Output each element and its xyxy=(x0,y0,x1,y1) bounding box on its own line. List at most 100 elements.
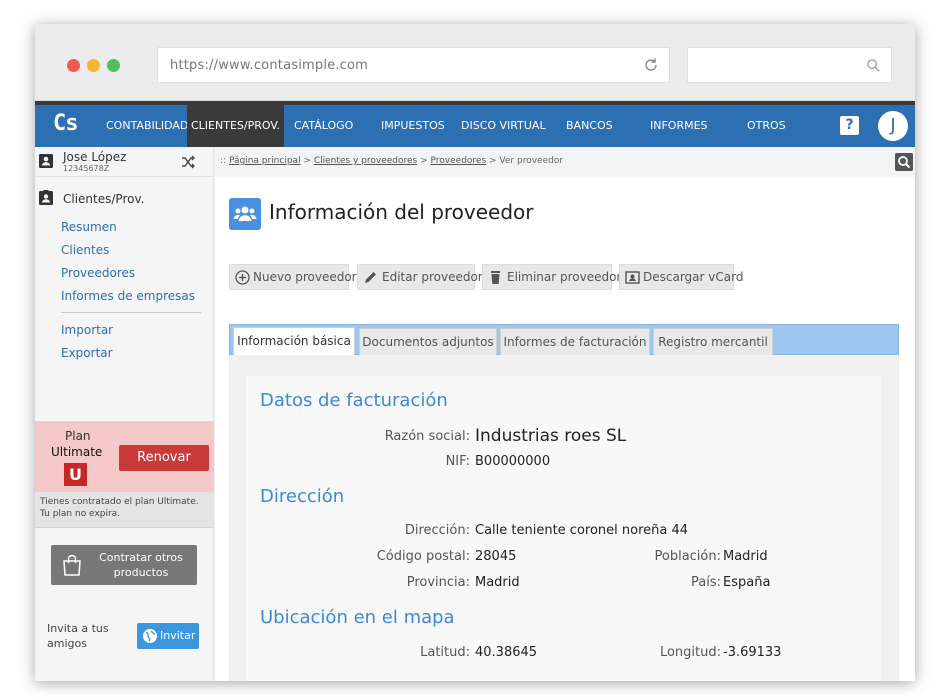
user-avatar[interactable]: J xyxy=(878,111,908,141)
plan-note: Tienes contratado el plan Ultimate. Tu p… xyxy=(35,492,214,528)
nif-value: B00000000 xyxy=(475,454,551,469)
maximize-window-dot[interactable] xyxy=(107,59,120,72)
address-bar[interactable]: https://www.contasimple.com xyxy=(157,47,670,83)
address-heading: Dirección xyxy=(260,486,345,507)
breadcrumb-separator: > xyxy=(486,156,500,166)
edit-supplier-label: Editar proveedor xyxy=(382,270,483,284)
nav-informes[interactable]: INFORMES xyxy=(650,105,708,147)
plan-box: Plan Ultimate U Renovar xyxy=(35,421,214,492)
breadcrumb-suppliers[interactable]: Proveedores xyxy=(431,156,487,166)
download-vcard-button[interactable]: Descargar vCard xyxy=(619,264,743,290)
user-id: 12345678Z xyxy=(63,164,110,173)
sidebar-link-exportar[interactable]: Exportar xyxy=(61,346,113,360)
longitud-label: Longitud: xyxy=(659,645,721,660)
invite-button[interactable]: Invitar xyxy=(137,623,199,649)
tab-panel: Datos de facturación Razón social: Indus… xyxy=(229,355,899,681)
poblacion-value: Madrid xyxy=(723,549,768,564)
sidebar: Jose López 12345678Z Clientes/Prov. Resu… xyxy=(35,147,214,681)
tab-informes-facturacion[interactable]: Informes de facturación xyxy=(500,328,650,356)
search-icon[interactable] xyxy=(895,153,913,171)
breadcrumb-current: Ver proveedor xyxy=(499,156,564,166)
tab-registro-mercantil[interactable]: Registro mercantil xyxy=(653,328,773,356)
breadcrumb-prefix: :: xyxy=(220,156,229,166)
url-text: https://www.contasimple.com xyxy=(170,58,369,73)
nav-impuestos[interactable]: IMPUESTOS xyxy=(381,105,445,147)
new-supplier-button[interactable]: Nuevo proveedor xyxy=(229,264,357,290)
latitud-label: Latitud: xyxy=(420,645,470,660)
map-heading: Ubicación en el mapa xyxy=(260,607,455,628)
plan-label: Plan xyxy=(65,429,91,443)
users-group-icon xyxy=(229,198,261,230)
help-icon[interactable]: ? xyxy=(840,116,859,135)
search-icon[interactable] xyxy=(866,58,881,73)
delete-supplier-label: Eliminar proveedor xyxy=(507,270,622,284)
new-supplier-label: Nuevo proveedor xyxy=(253,270,357,284)
breadcrumb-home[interactable]: Página principal xyxy=(229,156,301,166)
minimize-window-dot[interactable] xyxy=(87,59,100,72)
poblacion-label: Población: xyxy=(654,549,722,564)
razon-social-value: Industrias roes SL xyxy=(475,426,627,446)
user-name: Jose López xyxy=(63,150,127,164)
direccion-label: Dirección: xyxy=(404,523,470,538)
latitud-value: 40.38645 xyxy=(475,645,538,660)
breadcrumb-clients-suppliers[interactable]: Clientes y proveedores xyxy=(314,156,417,166)
main-content: :: Página principal > Clientes y proveed… xyxy=(215,147,915,681)
breadcrumb-separator: > xyxy=(417,156,431,166)
plan-name: Ultimate xyxy=(51,445,103,459)
globe-icon xyxy=(143,629,157,643)
nav-otros[interactable]: OTROS xyxy=(747,105,786,147)
sidebar-divider xyxy=(61,312,201,313)
nif-label: NIF: xyxy=(445,454,470,469)
user-switcher[interactable]: Jose López 12345678Z xyxy=(35,147,214,177)
tabs-bar: Información básica Documentos adjuntos I… xyxy=(229,324,899,356)
razon-social-label: Razón social: xyxy=(384,429,470,444)
nav-bancos[interactable]: BANCOS xyxy=(566,105,613,147)
edit-supplier-button[interactable]: Editar proveedor xyxy=(357,264,483,290)
shuffle-icon[interactable] xyxy=(181,155,195,169)
provincia-value: Madrid xyxy=(475,575,520,590)
trash-icon xyxy=(491,271,500,284)
browser-chrome: https://www.contasimple.com xyxy=(35,24,915,101)
sidebar-link-informes-empresas[interactable]: Informes de empresas xyxy=(61,289,195,303)
contact-book-icon xyxy=(39,190,53,205)
sidebar-link-clientes[interactable]: Clientes xyxy=(61,243,109,257)
longitud-value: -3.69133 xyxy=(723,645,782,660)
sidebar-section-title: Clientes/Prov. xyxy=(63,192,145,206)
delete-supplier-button[interactable]: Eliminar proveedor xyxy=(482,264,621,290)
nav-catalogo[interactable]: CATÁLOGO xyxy=(294,105,353,147)
shopping-bag-icon xyxy=(63,554,81,576)
browser-search-bar[interactable] xyxy=(687,47,892,83)
plus-circle-icon xyxy=(235,270,250,285)
nav-contabilidad[interactable]: CONTABILIDAD xyxy=(106,105,188,147)
breadcrumb: :: Página principal > Clientes y proveed… xyxy=(215,147,915,177)
plan-badge: U xyxy=(64,463,87,486)
sidebar-link-resumen[interactable]: Resumen xyxy=(61,220,117,234)
download-vcard-label: Descargar vCard xyxy=(643,270,744,284)
nav-clientes-prov[interactable]: CLIENTES/PROV. xyxy=(187,105,284,147)
supplier-info-card: Datos de facturación Razón social: Indus… xyxy=(246,376,881,681)
pencil-icon xyxy=(365,272,376,283)
app-logo[interactable]: Cs xyxy=(53,111,78,136)
provincia-label: Provincia: xyxy=(406,575,470,590)
browser-window: https://www.contasimple.com Cs CONTABILI… xyxy=(35,24,915,681)
close-window-dot[interactable] xyxy=(67,59,80,72)
invite-label: Invitar xyxy=(160,629,196,642)
codigo-postal-value: 28045 xyxy=(475,549,517,564)
renew-button[interactable]: Renovar xyxy=(119,445,209,471)
contract-label: Contratar otros productos xyxy=(99,551,183,579)
contract-products-button[interactable]: Contratar otros productos xyxy=(51,545,197,585)
user-card-icon xyxy=(39,154,53,168)
tab-documentos-adjuntos[interactable]: Documentos adjuntos xyxy=(359,328,497,356)
direccion-value: Calle teniente coronel noreña 44 xyxy=(475,523,689,538)
sidebar-link-importar[interactable]: Importar xyxy=(61,323,113,337)
top-navigation: Cs CONTABILIDAD CLIENTES/PROV. CATÁLOGO … xyxy=(35,101,915,147)
reload-icon[interactable] xyxy=(643,57,659,73)
pais-value: España xyxy=(723,575,771,590)
vcard-icon xyxy=(625,271,640,284)
breadcrumb-separator: > xyxy=(300,156,314,166)
pais-label: País: xyxy=(691,575,721,590)
tab-informacion-basica[interactable]: Información básica xyxy=(233,327,355,356)
nav-disco-virtual[interactable]: DISCO VIRTUAL xyxy=(461,105,546,147)
sidebar-link-proveedores[interactable]: Proveedores xyxy=(61,266,135,280)
invite-text: Invita a tus amigos xyxy=(47,622,109,650)
